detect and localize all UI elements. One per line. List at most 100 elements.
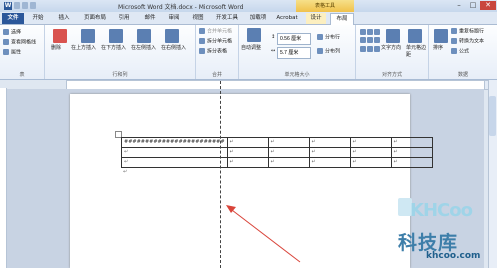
sort-icon[interactable] [434, 29, 448, 43]
minimize-button[interactable]: – [452, 1, 466, 10]
paragraph-mark: ↵ [123, 169, 128, 175]
align-middle-left-icon[interactable] [360, 37, 366, 44]
table-cell[interactable]: ↵ [390, 137, 433, 148]
properties-button[interactable]: 属性 [3, 49, 21, 57]
scrollbar-thumb[interactable] [489, 96, 496, 136]
align-bottom-left-icon[interactable] [360, 45, 366, 52]
tab-developer[interactable]: 开发工具 [212, 13, 242, 24]
align-middle-center-icon[interactable] [367, 37, 373, 44]
text-direction-icon[interactable] [386, 29, 400, 43]
redo-icon[interactable] [30, 2, 36, 9]
align-top-left-icon[interactable] [360, 29, 366, 35]
tab-review[interactable]: 审阅 [164, 13, 184, 24]
align-top-center-icon[interactable] [367, 29, 373, 35]
split-table-icon [199, 48, 205, 54]
tab-file[interactable]: 文件 [2, 13, 24, 24]
watermark-url: khcoo.com [426, 251, 481, 261]
tab-page-layout[interactable]: 页面布局 [80, 13, 110, 24]
undo-icon[interactable] [22, 2, 28, 9]
align-bottom-right-icon[interactable] [374, 45, 380, 52]
document-table[interactable]: ######################## ↵ ↵ ↵ ↵ ↵ ↵ ↵ ↵… [121, 137, 433, 168]
table-cell[interactable]: ↵ [390, 147, 433, 158]
table-cell[interactable]: ↵ [121, 157, 228, 168]
word-app-icon[interactable]: W [4, 2, 12, 10]
insert-left-icon[interactable] [137, 29, 151, 43]
distribute-columns-button[interactable]: 分布列 [317, 48, 340, 56]
vertical-ruler[interactable] [0, 88, 7, 268]
convert-text-icon [451, 38, 457, 44]
table-row: ↵ ↵ ↵ ↵ ↵ ↵ [121, 157, 433, 168]
tab-mailings[interactable]: 邮件 [140, 13, 160, 24]
tab-insert[interactable]: 插入 [54, 13, 74, 24]
insert-below-button[interactable]: 在下方插入 [101, 45, 126, 52]
table-cell[interactable]: ↵ [267, 157, 310, 168]
align-bottom-center-icon[interactable] [367, 45, 373, 52]
tab-references[interactable]: 引用 [114, 13, 134, 24]
table-cell[interactable]: ↵ [267, 137, 310, 148]
autofit-button[interactable]: 自动调整 [241, 45, 261, 52]
document-page[interactable] [70, 94, 410, 268]
distribute-rows-button[interactable]: 分布行 [317, 34, 340, 42]
select-button[interactable]: 选择 [3, 29, 21, 37]
delete-button[interactable]: 删除 [51, 45, 61, 52]
table-cell[interactable]: ↵ [267, 147, 310, 158]
column-drag-guide-line [220, 81, 221, 268]
insert-left-button[interactable]: 在左侧插入 [131, 45, 156, 52]
merge-cells-button[interactable]: 合并单元格 [199, 28, 232, 36]
tab-design[interactable]: 设计 [306, 13, 326, 24]
table-row: ######################## ↵ ↵ ↵ ↵ ↵ [121, 137, 433, 148]
table-cell[interactable]: ↵ [390, 157, 433, 168]
view-gridlines-button[interactable]: 查看网格线 [3, 39, 36, 47]
split-cells-button[interactable]: 拆分单元格 [199, 38, 232, 46]
table-cell[interactable]: ↵ [308, 147, 351, 158]
sort-button[interactable]: 排序 [433, 45, 443, 52]
split-table-button[interactable]: 拆分表格 [199, 48, 227, 56]
insert-above-icon[interactable] [81, 29, 95, 43]
group-label-rows-columns: 行和列 [112, 72, 128, 78]
group-label-alignment: 对齐方式 [381, 72, 402, 78]
group-label-cell-size: 单元格大小 [284, 72, 310, 78]
convert-to-text-button[interactable]: 转换为文本 [451, 38, 484, 46]
tab-addins[interactable]: 加载项 [246, 13, 270, 24]
repeat-header-icon [451, 28, 457, 34]
formula-button[interactable]: 公式 [451, 48, 469, 56]
table-cell[interactable]: ↵ [226, 157, 269, 168]
autofit-icon[interactable] [247, 28, 261, 42]
close-button[interactable]: ✕ [480, 1, 496, 10]
group-rows-columns: 删除 在上方插入 在下方插入 在左侧插入 在右侧插入 行和列 [45, 25, 196, 79]
table-cell[interactable]: ↵ [308, 137, 351, 148]
select-icon [3, 29, 9, 35]
save-icon[interactable] [14, 2, 20, 9]
properties-icon [3, 49, 9, 55]
insert-right-icon[interactable] [165, 29, 179, 43]
row-height-input[interactable] [277, 33, 311, 45]
table-cell[interactable]: ######################## [121, 137, 228, 148]
insert-above-button[interactable]: 在上方插入 [71, 45, 96, 52]
table-cell[interactable]: ↵ [349, 137, 392, 148]
insert-right-button[interactable]: 在右侧插入 [161, 45, 186, 52]
align-top-right-icon[interactable] [374, 29, 380, 35]
group-merge: 合并单元格 拆分单元格 拆分表格 合并 [196, 25, 239, 79]
table-cell[interactable]: ↵ [349, 147, 392, 158]
cell-margins-button[interactable]: 单元格边距 [406, 45, 426, 59]
align-middle-right-icon[interactable] [374, 37, 380, 44]
width-icon: ↔ [271, 48, 276, 54]
table-cell[interactable]: ↵ [226, 137, 269, 148]
tab-layout[interactable]: 布局 [330, 13, 354, 25]
table-cell[interactable]: ↵ [349, 157, 392, 168]
cell-margins-icon[interactable] [408, 29, 422, 43]
tab-view[interactable]: 视图 [188, 13, 208, 24]
table-cell[interactable]: ↵ [121, 147, 228, 158]
insert-below-icon[interactable] [109, 29, 123, 43]
maximize-button[interactable]: □ [466, 1, 480, 10]
column-width-input[interactable] [277, 47, 311, 59]
split-cells-icon [199, 38, 205, 44]
table-cell[interactable]: ↵ [226, 147, 269, 158]
formula-icon [451, 48, 457, 54]
repeat-header-button[interactable]: 重复标题行 [451, 28, 484, 36]
table-cell[interactable]: ↵ [308, 157, 351, 168]
tab-home[interactable]: 开始 [28, 13, 48, 24]
tab-acrobat[interactable]: Acrobat [274, 13, 300, 24]
delete-icon[interactable] [53, 29, 67, 43]
text-direction-button[interactable]: 文字方向 [381, 45, 401, 52]
